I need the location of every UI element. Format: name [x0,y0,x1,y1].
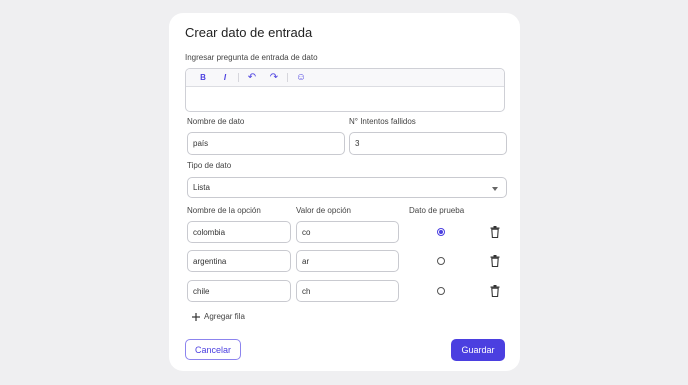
option-value-input[interactable]: ar [296,250,399,272]
italic-button[interactable]: I [214,69,236,86]
option-value-header: Valor de opción [296,206,351,215]
option-name-input[interactable]: colombia [187,221,291,243]
add-row-button[interactable]: Agregar fila [192,312,245,321]
delete-row-icon[interactable] [490,285,500,297]
cancel-button[interactable]: Cancelar [185,339,241,360]
toolbar-divider [238,73,239,82]
option-name-header: Nombre de la opción [187,206,261,215]
save-button[interactable]: Guardar [451,339,505,361]
test-data-radio[interactable] [437,257,445,265]
option-name-input[interactable]: chile [187,280,291,302]
data-type-select[interactable]: Lista [187,177,507,198]
option-value-input[interactable]: ch [296,280,399,302]
redo-button[interactable]: ↷ [263,69,285,86]
question-text-area[interactable] [186,87,504,111]
test-data-radio[interactable] [437,287,445,295]
name-field-label: Nombre de dato [187,117,245,126]
add-row-label: Agregar fila [204,312,245,321]
undo-button[interactable]: ↶ [241,69,263,86]
option-name-input[interactable]: argentina [187,250,291,272]
failed-attempts-input[interactable]: 3 [349,132,507,155]
editor-toolbar: B I ↶ ↷ ☺ [186,69,504,87]
question-editor: B I ↶ ↷ ☺ [185,68,505,112]
delete-row-icon[interactable] [490,255,500,267]
test-data-radio[interactable] [437,228,445,236]
plus-icon [192,312,200,321]
toolbar-divider [287,73,288,82]
type-field-label: Tipo de dato [187,161,232,170]
bold-button[interactable]: B [192,69,214,86]
data-type-value: Lista [193,183,210,192]
attempts-field-label: N° Intentos fallidos [349,117,416,126]
emoji-button[interactable]: ☺ [290,69,312,86]
chevron-down-icon [492,187,498,191]
test-data-header: Dato de prueba [409,206,465,215]
radio-selected-dot [439,230,443,234]
option-value-input[interactable]: co [296,221,399,243]
dialog-title: Crear dato de entrada [185,25,313,40]
question-label: Ingresar pregunta de entrada de dato [185,53,318,62]
create-input-data-dialog: Crear dato de entrada Ingresar pregunta … [169,13,520,371]
data-name-input[interactable]: país [187,132,345,155]
delete-row-icon[interactable] [490,226,500,238]
